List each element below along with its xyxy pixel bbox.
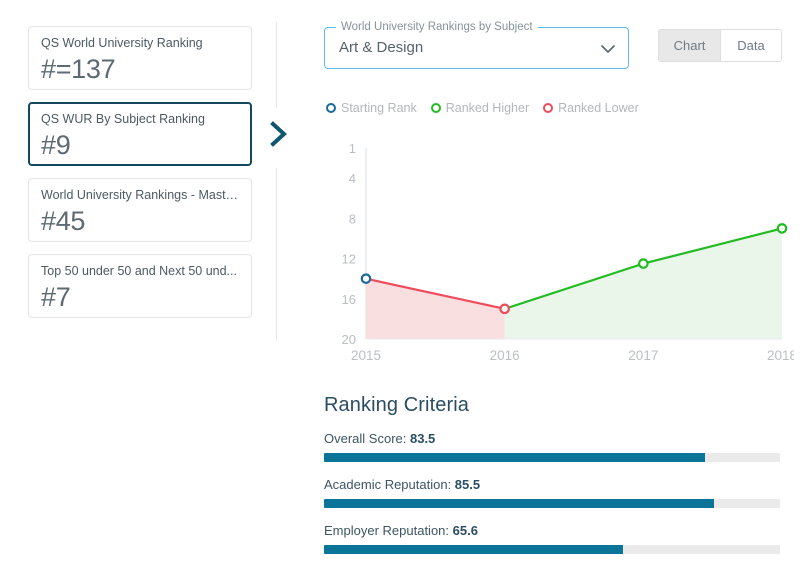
x-axis-tick-label: 2015 [351, 348, 381, 363]
chart-area-fill [366, 278, 505, 339]
tab-data[interactable]: Data [720, 30, 781, 61]
rank-card-value: #9 [41, 130, 71, 160]
criteria-name: Academic Reputation: [324, 477, 455, 492]
chevron-down-icon[interactable] [600, 41, 616, 57]
rank-card-value: #45 [41, 206, 86, 236]
subject-select-value: Art & Design [339, 39, 424, 56]
x-axis-tick-label: 2017 [628, 348, 658, 363]
y-axis-tick-label: 12 [342, 252, 356, 267]
rank-history-chart-svg: 1 4 8 12 16 202015 2016 2017 2018 [342, 141, 797, 363]
criteria-progress-fill [324, 499, 714, 508]
legend-item-ranked-lower[interactable]: Ranked Lower [543, 101, 639, 115]
criteria-label: Academic Reputation: 85.5 [324, 477, 782, 492]
y-axis-tick-label: 8 [349, 211, 356, 226]
y-axis-tick-label: 1 [349, 141, 356, 156]
criteria-progress-track [324, 499, 780, 508]
legend-label: Starting Rank [341, 101, 417, 115]
rank-card-title: World University Rankings - Maste... [41, 188, 239, 202]
legend-item-starting-rank[interactable]: Starting Rank [326, 101, 417, 115]
criteria-progress-track [324, 453, 780, 462]
view-toggle-group: Chart Data [658, 29, 782, 62]
rank-history-chart: 1 4 8 12 16 20 2015 2016 2017 2018 [324, 135, 797, 370]
rank-card-top-50-under-50[interactable]: Top 50 under 50 and Next 50 und... #7 [28, 254, 252, 318]
subject-select[interactable]: World University Rankings by Subject Art… [324, 20, 629, 69]
rank-card-list: QS World University Ranking #=137 QS WUR… [28, 26, 252, 330]
criteria-name: Employer Reputation: [324, 523, 453, 538]
tab-chart[interactable]: Chart [659, 30, 720, 61]
rank-card-title: QS WUR By Subject Ranking [41, 112, 205, 126]
legend-marker-icon [430, 103, 441, 113]
y-axis-tick-label: 4 [349, 171, 356, 186]
criteria-name: Overall Score: [324, 431, 410, 446]
rank-card-value: #=137 [41, 54, 116, 84]
chevron-right-icon [265, 114, 291, 154]
criteria-row-academic-reputation: Academic Reputation: 85.5 [324, 477, 782, 508]
criteria-row-employer-reputation: Employer Reputation: 65.6 [324, 523, 782, 554]
criteria-row-overall-score: Overall Score: 83.5 [324, 431, 782, 462]
legend-marker-icon [326, 103, 336, 113]
rank-card-title: QS World University Ranking [41, 36, 203, 50]
criteria-label: Overall Score: 83.5 [324, 431, 782, 446]
ranking-profile-panel: QS World University Ranking #=137 QS WUR… [0, 0, 804, 563]
chart-data-point[interactable] [776, 223, 788, 234]
subject-select-legend: World University Rankings by Subject [336, 20, 538, 34]
chart-data-point[interactable] [499, 303, 510, 315]
ranking-criteria-section: Ranking Criteria Overall Score: 83.5 Aca… [324, 394, 782, 563]
y-axis-tick-label: 20 [342, 332, 356, 347]
column-divider-bottom [276, 168, 277, 341]
criteria-score: 85.5 [454, 477, 481, 492]
ranking-criteria-heading: Ranking Criteria [324, 394, 469, 416]
rank-card-title: Top 50 under 50 and Next 50 und... [41, 264, 237, 278]
criteria-score: 65.6 [452, 523, 478, 538]
y-axis-tick-label: 16 [342, 292, 356, 307]
criteria-score: 83.5 [409, 431, 436, 446]
rank-card-qs-wur-by-subject-ranking[interactable]: QS WUR By Subject Ranking #9 [28, 102, 252, 166]
legend-label: Ranked Lower [558, 101, 639, 115]
x-axis-tick-label: 2016 [490, 348, 520, 363]
legend-marker-icon [543, 103, 554, 113]
criteria-progress-track [324, 545, 780, 554]
rank-card-qs-world-university-ranking[interactable]: QS World University Ranking #=137 [28, 26, 252, 90]
legend-label: Ranked Higher [445, 101, 530, 115]
rank-card-value: #7 [41, 282, 71, 312]
chart-legend: Starting Rank Ranked Higher Ranked Lower [326, 101, 639, 115]
chart-data-point[interactable] [638, 258, 649, 269]
criteria-progress-fill [324, 453, 705, 462]
x-axis-tick-label: 2018 [767, 348, 794, 363]
rank-card-world-university-rankings-masters[interactable]: World University Rankings - Maste... #45 [28, 178, 252, 242]
chart-data-point[interactable] [360, 273, 372, 284]
criteria-label: Employer Reputation: 65.6 [324, 523, 782, 538]
criteria-progress-fill [324, 545, 624, 554]
legend-item-ranked-higher[interactable]: Ranked Higher [430, 101, 530, 115]
column-divider-top [276, 22, 277, 108]
